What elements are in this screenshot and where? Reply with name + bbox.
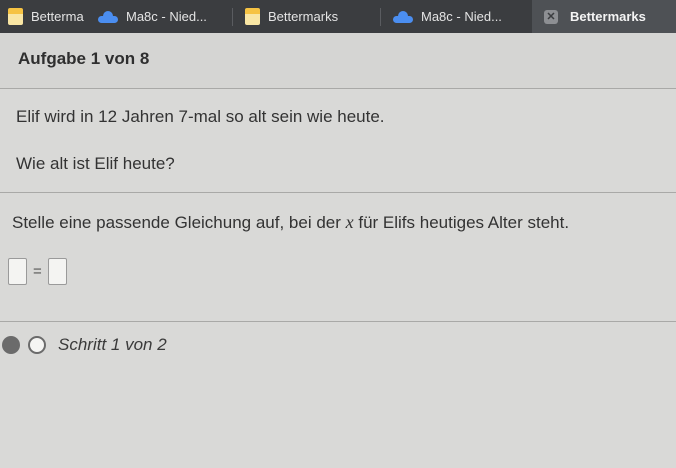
close-icon[interactable]: ✕ bbox=[544, 9, 558, 24]
browser-tab-strip: Betterma Ma8c - Nied... Bettermarks Ma8c… bbox=[0, 0, 676, 33]
instruction-part: Stelle eine passende Gleichung auf, bei … bbox=[12, 213, 346, 232]
tab-label: Bettermarks bbox=[570, 9, 646, 24]
step-label: Schritt 1 von 2 bbox=[58, 335, 167, 354]
task-instruction: Stelle eine passende Gleichung auf, bei … bbox=[12, 212, 569, 233]
question-panel: Elif wird in 12 Jahren 7-mal so alt sein… bbox=[0, 90, 676, 193]
tab-label: Betterma bbox=[31, 9, 84, 24]
bettermarks-icon bbox=[245, 8, 260, 25]
cloud-icon bbox=[393, 10, 413, 23]
tab-label: Bettermarks bbox=[268, 9, 339, 24]
variable-x: x bbox=[345, 212, 354, 232]
cloud-icon bbox=[98, 10, 118, 23]
exercise-header: Aufgabe 1 von 8 bbox=[0, 33, 676, 89]
tab-ma8c-2[interactable]: Ma8c - Nied... bbox=[381, 0, 532, 33]
question-text: Elif wird in 12 Jahren 7-mal so alt sein… bbox=[16, 107, 385, 126]
equation-right-input[interactable] bbox=[47, 257, 67, 285]
step-indicator-done bbox=[2, 336, 20, 354]
tab-bettermarks-2[interactable]: Bettermarks bbox=[233, 0, 380, 33]
equals-sign: = bbox=[33, 262, 42, 280]
question-prompt: Wie alt ist Elif heute? bbox=[16, 154, 175, 173]
tab-bettermarks-active[interactable]: ✕ Bettermarks bbox=[532, 0, 676, 33]
tab-ma8c-1[interactable]: Ma8c - Nied... bbox=[90, 0, 232, 33]
tab-label: Ma8c - Nied... bbox=[126, 9, 207, 24]
tab-bettermarks-1[interactable]: Betterma bbox=[0, 0, 90, 33]
page-title: Aufgabe 1 von 8 bbox=[18, 49, 150, 68]
step-indicator-pending bbox=[28, 336, 46, 354]
equation-input: = bbox=[8, 256, 67, 286]
equation-left-input[interactable] bbox=[8, 257, 27, 285]
step-progress: Schritt 1 von 2 bbox=[0, 330, 167, 360]
task-panel: Stelle eine passende Gleichung auf, bei … bbox=[0, 194, 676, 322]
tab-label: Ma8c - Nied... bbox=[421, 9, 502, 24]
instruction-part: für Elifs heutiges Alter steht. bbox=[353, 213, 570, 232]
bettermarks-icon bbox=[8, 8, 23, 25]
